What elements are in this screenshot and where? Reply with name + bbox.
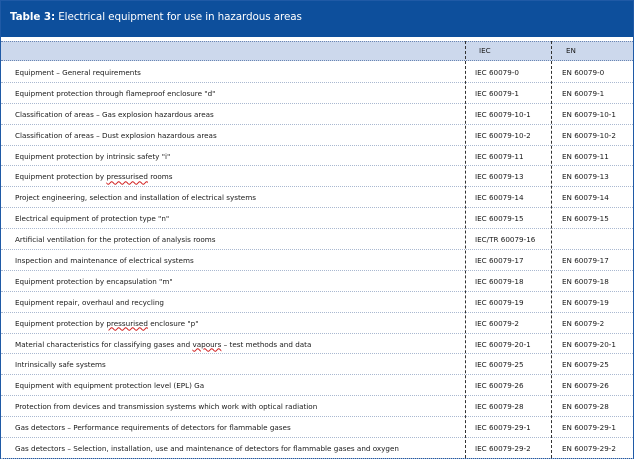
- cell-en: EN 60079-11: [562, 151, 609, 161]
- cell-iec: IEC 60079-10-2: [475, 130, 531, 140]
- table-title: Table 3: Electrical equipment for use in…: [1, 1, 633, 37]
- table-number: Table 3:: [10, 11, 56, 23]
- cell-iec: IEC 60079-29-1: [475, 423, 531, 433]
- header-iec: IEC: [479, 46, 491, 55]
- table-row: Equipment protection by intrinsic safety…: [1, 146, 633, 167]
- table-container: Table 3: Electrical equipment for use in…: [0, 0, 634, 459]
- cell-text: Equipment protection by: [15, 172, 107, 182]
- table-row: Equipment – General requirements IEC 6007…: [1, 62, 633, 83]
- cell-iec: IEC 60079-2: [475, 318, 519, 328]
- cell-text: Equipment protection by: [15, 318, 107, 328]
- cell-iec: IEC 60079-0: [475, 68, 519, 77]
- cell-designation: Equipment protection by pressurised encl…: [15, 319, 199, 328]
- cell-iec: IEC 60079-11: [475, 151, 524, 161]
- cell-designation: Project engineering, selection and insta…: [15, 193, 256, 203]
- cell-iec: IEC 60079-13: [475, 172, 524, 182]
- table-body: Equipment – General requirements IEC 6007…: [1, 62, 633, 459]
- table-row: Gas detectors – Selection, installation,…: [1, 438, 633, 459]
- cell-designation: Equipment with equipment protection leve…: [15, 381, 205, 391]
- cell-designation: Classification of areas – Dust explosion…: [15, 130, 217, 140]
- table-caption: Electrical equipment for use in hazardou…: [55, 11, 302, 23]
- cell-iec: IEC 60079-28: [475, 402, 524, 412]
- cell-en: EN 60079-14: [562, 193, 609, 203]
- table-row: Gas detectors – Performance requirements…: [1, 417, 633, 439]
- cell-designation: Equipment repair, overhaul and recycling: [15, 297, 164, 307]
- cell-iec: IEC 60079-18: [475, 276, 524, 286]
- table-row: Material characteristics for classifying…: [1, 334, 633, 355]
- cell-en: EN 60079-10-1: [562, 109, 616, 119]
- cell-en: EN 60079-29-2: [562, 444, 616, 454]
- cell-text: – test methods and data: [221, 339, 312, 349]
- header-en: EN: [566, 46, 576, 55]
- cell-text: rooms: [147, 172, 173, 182]
- cell-iec: IEC 60079-20-1: [475, 339, 531, 349]
- cell-iec: IEC 60079-14: [475, 193, 524, 203]
- cell-designation: Electrical equipment of protection type …: [15, 214, 170, 224]
- cell-designation: Equipment protection by intrinsic safety…: [15, 151, 171, 161]
- cell-designation: Equipment protection by encapsulation "m…: [15, 276, 173, 286]
- table-header-row: IEC EN: [1, 41, 633, 61]
- cell-iec: IEC 60079-1: [475, 88, 519, 98]
- cell-designation: Equipment protection by pressurised room…: [15, 172, 173, 181]
- cell-iec: IEC 60079-19: [475, 297, 524, 307]
- cell-designation: Equipment protection through flameproof …: [15, 88, 216, 98]
- cell-iec: IEC 60079-26: [475, 381, 524, 391]
- table-row: Equipment protection by pressurised encl…: [1, 313, 633, 334]
- table-row: Equipment protection by encapsulation "m…: [1, 271, 633, 292]
- cell-designation: Artificial ventilation for the protectio…: [15, 235, 216, 245]
- cell-text: Material characteristics for classifying…: [15, 339, 193, 349]
- cell-iec: IEC 60079-17: [475, 256, 524, 266]
- table-row: Equipment protection through flameproof …: [1, 83, 633, 104]
- cell-designation: Gas detectors – Selection, installation,…: [15, 444, 399, 454]
- cell-en: EN 60079-28: [562, 402, 609, 412]
- cell-en: EN 60079-0: [562, 68, 605, 77]
- cell-en: EN 60079-20-1: [562, 339, 616, 349]
- cell-designation: Intrinsically safe systems: [15, 360, 106, 370]
- table-row: Equipment with equipment protection leve…: [1, 375, 633, 397]
- cell-iec: IEC 60079-29-2: [475, 444, 531, 454]
- cell-en: EN 60079-17: [562, 256, 609, 266]
- cell-iec: IEC 60079-25: [475, 360, 524, 370]
- cell-designation: Material characteristics for classifying…: [15, 340, 311, 349]
- table-row: Artificial ventilation for the protectio…: [1, 229, 633, 251]
- table-row: Protection from devices and transmission…: [1, 396, 633, 418]
- cell-text: enclosure "p": [147, 318, 199, 328]
- table-row: Classification of areas – Dust explosion…: [1, 125, 633, 146]
- cell-iec: IEC/TR 60079-16: [475, 235, 536, 245]
- cell-en: EN 60079-18: [562, 276, 609, 286]
- table-row: Classification of areas – Gas explosion …: [1, 104, 633, 125]
- cell-designation: Equipment – General requirements: [15, 68, 141, 77]
- cell-designation: Classification of areas – Gas explosion …: [15, 109, 214, 119]
- table-row: Equipment protection by pressurised room…: [1, 166, 633, 188]
- table-row: Inspection and maintenance of electrical…: [1, 250, 633, 271]
- cell-iec: IEC 60079-10-1: [475, 109, 531, 119]
- cell-designation: Inspection and maintenance of electrical…: [15, 256, 194, 266]
- cell-en: EN 60079-29-1: [562, 423, 616, 433]
- cell-en: EN 60079-1: [562, 88, 605, 98]
- table-row: Intrinsically safe systems IEC 60079-25 EN…: [1, 354, 633, 376]
- table-row: Equipment repair, overhaul and recycling…: [1, 292, 633, 313]
- table-row: Project engineering, selection and insta…: [1, 187, 633, 209]
- cell-text-spellcheck: pressurised: [106, 318, 148, 328]
- cell-text-spellcheck: pressurised: [106, 172, 148, 182]
- cell-en: EN 60079-19: [562, 297, 609, 307]
- cell-en: EN 60079-13: [562, 172, 609, 182]
- cell-en: EN 60079-10-2: [562, 130, 616, 140]
- cell-iec: IEC 60079-15: [475, 214, 524, 224]
- cell-designation: Protection from devices and transmission…: [15, 402, 318, 412]
- cell-text-spellcheck: vapours: [192, 339, 222, 349]
- cell-en: EN 60079-2: [562, 318, 605, 328]
- cell-en: EN 60079-26: [562, 381, 609, 391]
- cell-en: EN 60079-15: [562, 214, 609, 224]
- cell-designation: Gas detectors – Performance requirements…: [15, 423, 291, 433]
- cell-en: EN 60079-25: [562, 360, 609, 370]
- table-row: Electrical equipment of protection type …: [1, 208, 633, 230]
